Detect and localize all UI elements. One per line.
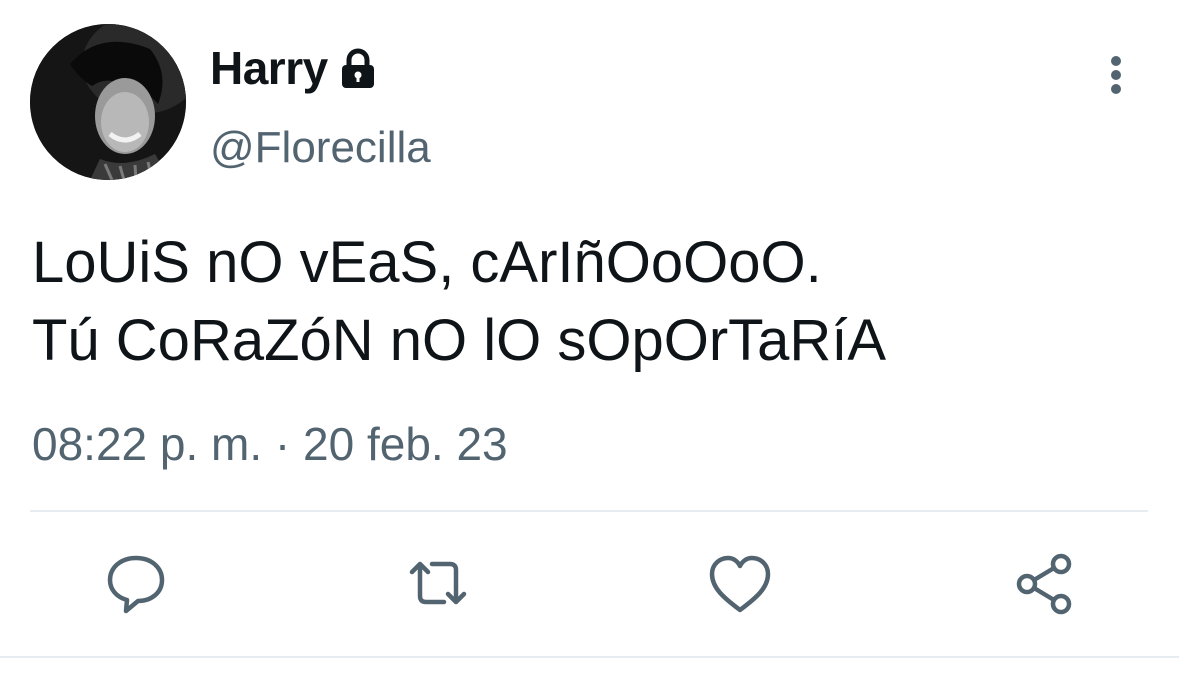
lock-icon xyxy=(338,48,378,95)
share-button[interactable] xyxy=(1008,548,1080,620)
author-name-row[interactable]: Harry xyxy=(210,38,378,98)
reply-icon xyxy=(107,555,165,614)
action-bar xyxy=(0,548,1179,620)
tweet-text-line-2: Tú CoRaZóN nO lO sOpOrTaRíA xyxy=(32,308,887,373)
display-name[interactable]: Harry xyxy=(210,41,328,95)
tweet-card: Harry @Florecilla LoUiS nO vEaS, cArIñOo… xyxy=(0,0,1179,675)
avatar[interactable] xyxy=(30,24,186,180)
like-button[interactable] xyxy=(704,548,776,620)
profile-photo xyxy=(30,24,186,180)
share-icon xyxy=(1016,553,1072,615)
bottom-divider xyxy=(0,656,1179,658)
heart-icon xyxy=(709,555,771,613)
author-handle[interactable]: @Florecilla xyxy=(210,118,431,178)
retweet-button[interactable] xyxy=(402,548,474,620)
tweet-text: LoUiS nO vEaS, cArIñOoOoO. Tú CoRaZóN nO… xyxy=(32,224,886,380)
tweet-text-line-1: LoUiS nO vEaS, cArIñOoOoO. xyxy=(32,230,822,295)
more-options-button[interactable] xyxy=(1096,52,1136,102)
more-vertical-icon xyxy=(1111,56,1121,94)
retweet-icon xyxy=(409,561,467,605)
reply-button[interactable] xyxy=(100,548,172,620)
divider xyxy=(30,510,1148,512)
tweet-timestamp[interactable]: 08:22 p. m. · 20 feb. 23 xyxy=(32,414,508,474)
